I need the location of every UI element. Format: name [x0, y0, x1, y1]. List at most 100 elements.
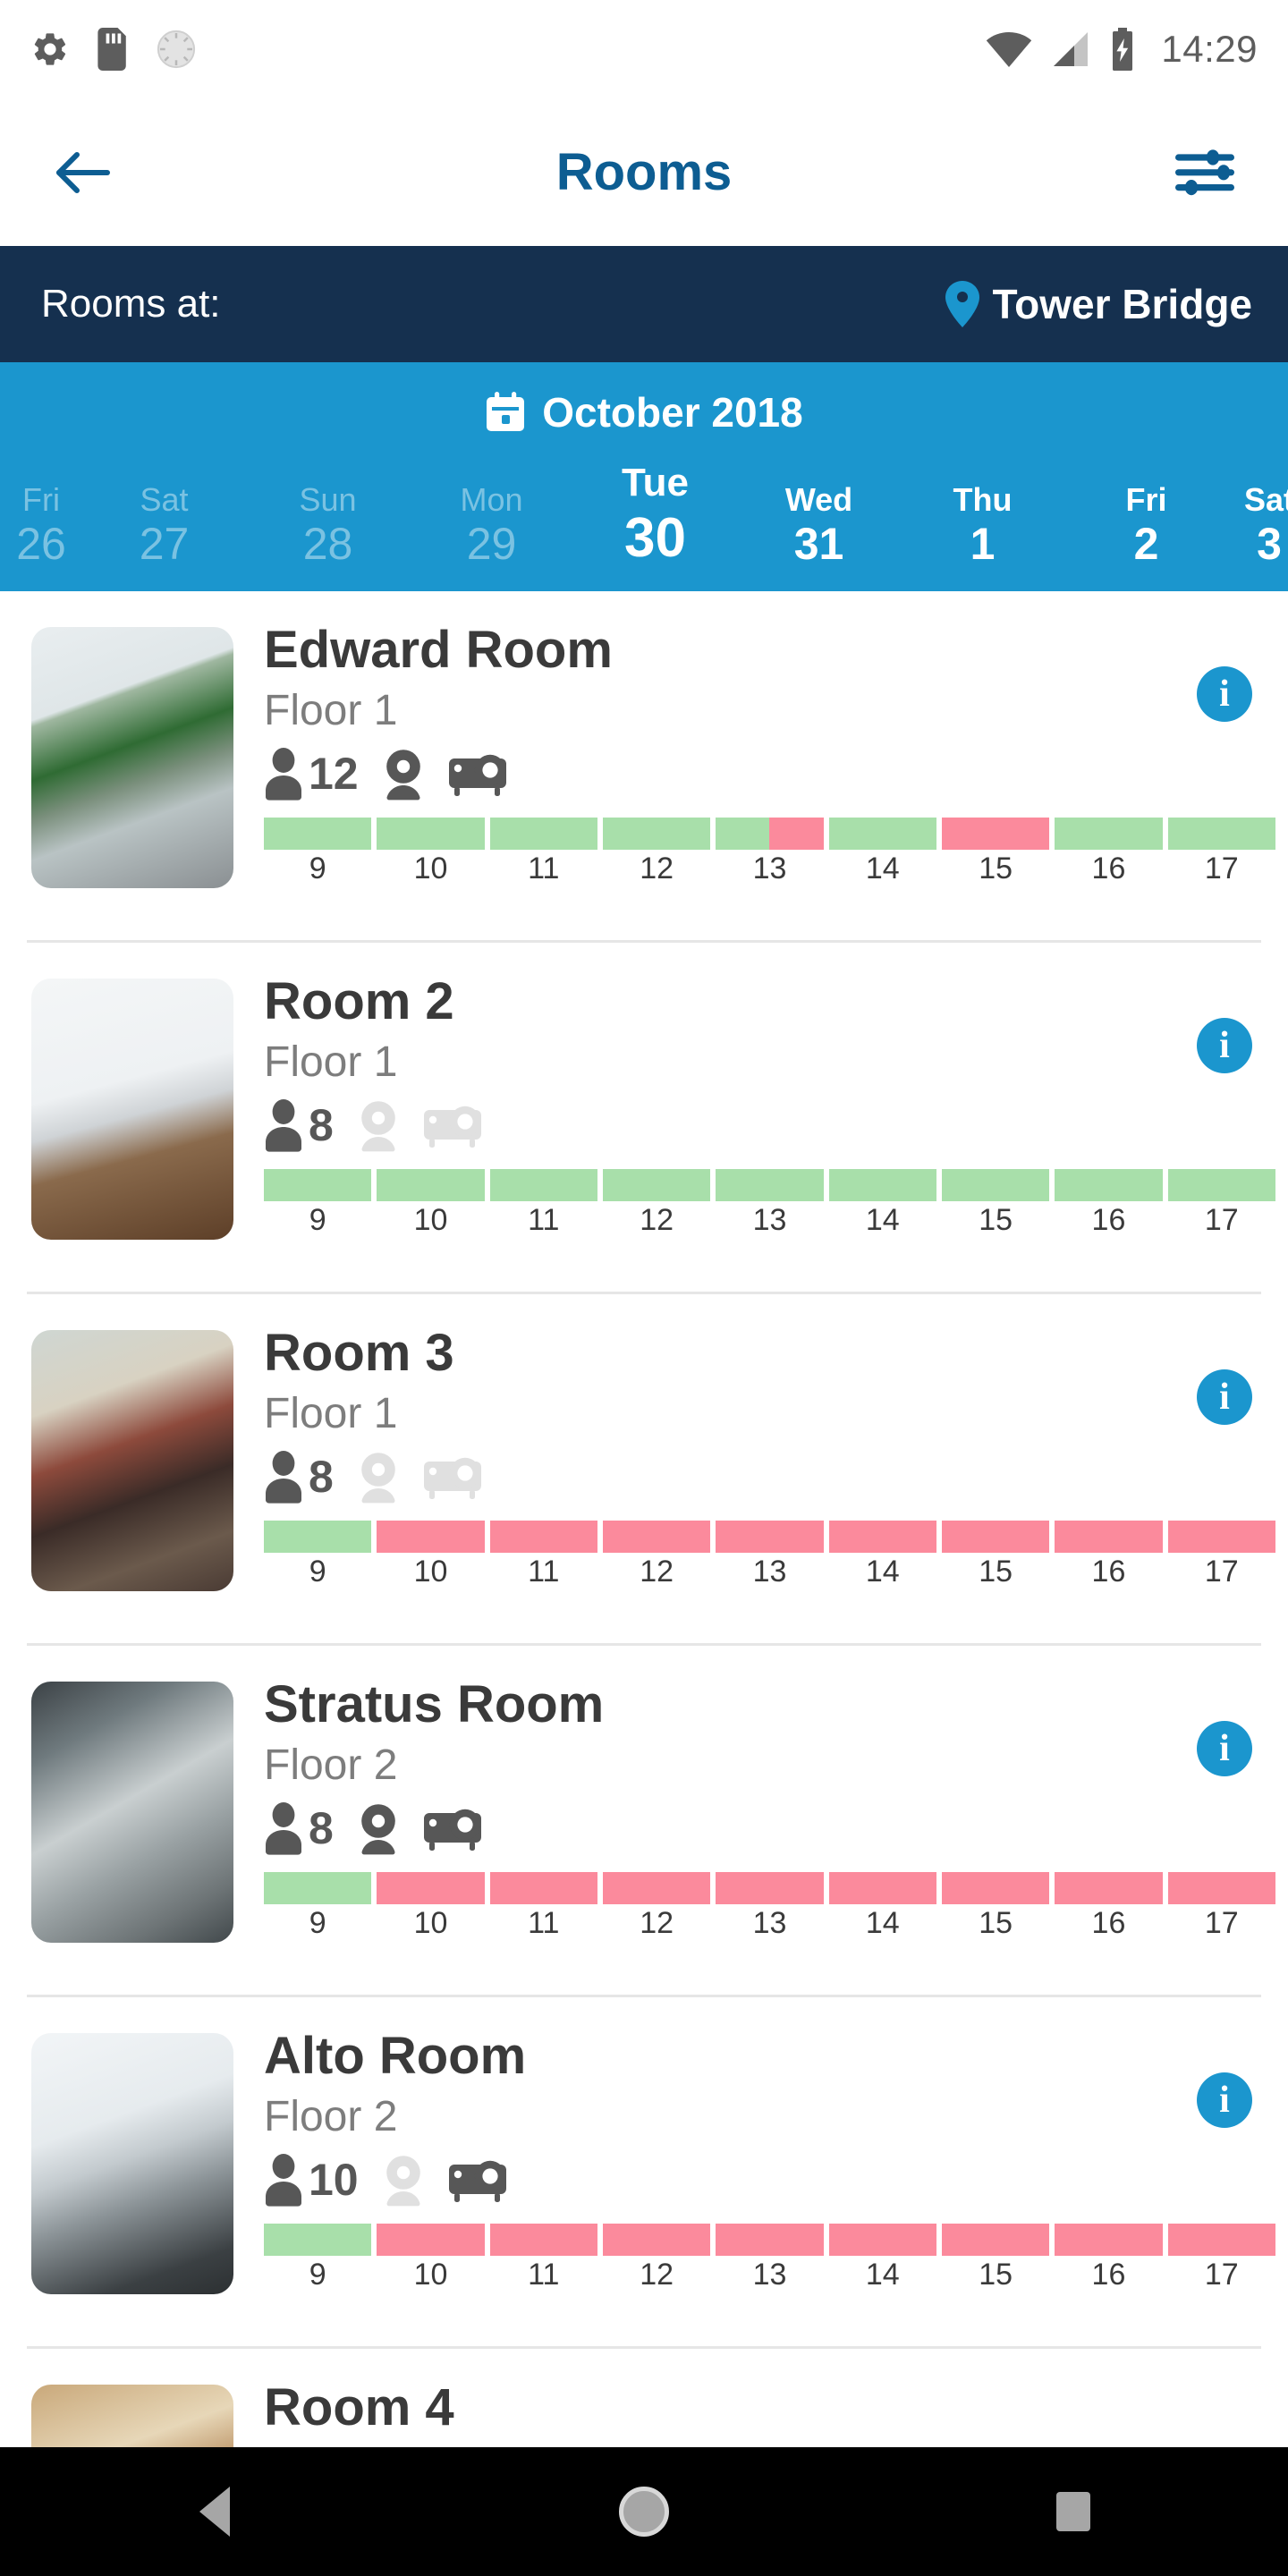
room-card[interactable]: Room 3 Floor 1 8 i 9 10 11 12 13 14 15 16 17	[0, 1294, 1288, 1643]
availability-slot-13[interactable]	[716, 1169, 824, 1202]
availability-slot-17[interactable]	[1167, 818, 1275, 851]
availability-slot-13[interactable]	[716, 818, 824, 851]
availability-slot-9[interactable]	[264, 818, 372, 851]
slot-half-free	[1221, 818, 1275, 851]
day-cell-2[interactable]: Fri 2	[1064, 481, 1228, 584]
availability-slot-16[interactable]	[1055, 1169, 1163, 1202]
day-cell-26[interactable]: Fri 26	[0, 481, 82, 584]
room-card[interactable]: Edward Room Floor 1 12 i 9 10 11 12 13 14 15 16 17	[0, 591, 1288, 940]
hour-label: 9	[309, 2258, 326, 2292]
availability-slot-17[interactable]	[1167, 2224, 1275, 2257]
hour-label: 16	[1091, 1555, 1126, 1589]
slot-half-busy	[1108, 1521, 1163, 1554]
availability-slot-11[interactable]	[489, 1169, 597, 1202]
hour-label: 13	[752, 1203, 787, 1238]
location-value-group[interactable]: Tower Bridge	[945, 280, 1252, 328]
room-info-button[interactable]: i	[1197, 2072, 1252, 2128]
slot-half-free	[602, 818, 657, 851]
location-bar[interactable]: Rooms at: Tower Bridge	[0, 246, 1288, 362]
day-cell-31[interactable]: Wed 31	[737, 481, 901, 584]
availability-slot-12[interactable]	[602, 2224, 711, 2257]
room-card[interactable]: Room 2 Floor 1 8 i 9 10 11 12 13 14 15 16 17	[0, 943, 1288, 1292]
room-info-button[interactable]: i	[1197, 1369, 1252, 1425]
availability-slot-12[interactable]	[602, 1169, 711, 1202]
availability-slot-17[interactable]	[1167, 1872, 1275, 1905]
availability-slot-10[interactable]	[377, 2224, 485, 2257]
room-info-button[interactable]: i	[1197, 1721, 1252, 1776]
day-number: 30	[624, 506, 686, 569]
hour-label: 9	[309, 1555, 326, 1589]
slot-half-free	[318, 1872, 372, 1905]
availability-slot-17[interactable]	[1167, 1521, 1275, 1554]
availability-slot-16[interactable]	[1055, 1521, 1163, 1554]
day-cell-27[interactable]: Sat 27	[82, 481, 246, 584]
availability-slot-15[interactable]	[941, 2224, 1050, 2257]
availability-slot-11[interactable]	[489, 818, 597, 851]
availability-slots	[264, 1872, 1275, 1905]
availability-slot-11[interactable]	[489, 2224, 597, 2257]
room-info-button[interactable]: i	[1197, 666, 1252, 722]
day-cell-1[interactable]: Thu 1	[901, 481, 1064, 584]
availability-timeline[interactable]: 9 10 11 12 13 14 15 16 17	[264, 1169, 1288, 1238]
nav-back-button[interactable]	[0, 2447, 429, 2576]
availability-timeline[interactable]: 9 10 11 12 13 14 15 16 17	[264, 1872, 1288, 1941]
availability-slot-9[interactable]	[264, 1521, 372, 1554]
availability-slot-14[interactable]	[828, 1521, 936, 1554]
availability-slot-10[interactable]	[377, 1521, 485, 1554]
back-button[interactable]	[43, 132, 123, 213]
room-card[interactable]: Stratus Room Floor 2 8 i 9 10 11 12 13 14 15 16 17	[0, 1646, 1288, 1995]
filter-button[interactable]	[1165, 132, 1245, 213]
day-selector[interactable]: Fri 26 Sat 27 Sun 28 Mon 29 Tue 30 Wed 31 Thu 1 Fri 2 Sa…	[0, 450, 1288, 584]
availability-slot-11[interactable]	[489, 1872, 597, 1905]
availability-slot-14[interactable]	[828, 2224, 936, 2257]
day-cell-28[interactable]: Sun 28	[246, 481, 410, 584]
hour-label: 12	[640, 1555, 674, 1589]
hour-label: 11	[528, 1555, 560, 1589]
availability-timeline[interactable]: 9 10 11 12 13 14 15 16 17	[264, 818, 1288, 886]
availability-slot-13[interactable]	[716, 1872, 824, 1905]
day-cell-3[interactable]: Sat3	[1228, 481, 1288, 584]
availability-slot-12[interactable]	[602, 818, 711, 851]
room-card[interactable]: Alto Room Floor 2 10 i 9 10 11 12 13 14 15 16 17	[0, 1997, 1288, 2346]
availability-slot-16[interactable]	[1055, 2224, 1163, 2257]
availability-slot-9[interactable]	[264, 1872, 372, 1905]
availability-slot-9[interactable]	[264, 2224, 372, 2257]
day-number: 2	[1133, 518, 1159, 569]
day-cell-30[interactable]: Tue 30	[573, 461, 737, 584]
availability-slot-12[interactable]	[602, 1521, 711, 1554]
availability-slot-16[interactable]	[1055, 1872, 1163, 1905]
capacity-count: 8	[309, 1100, 334, 1151]
slot-half-free	[377, 818, 431, 851]
nav-recents-button[interactable]	[859, 2447, 1288, 2576]
availability-slot-11[interactable]	[489, 1521, 597, 1554]
room-name: Edward Room	[264, 621, 613, 679]
availability-slot-16[interactable]	[1055, 818, 1163, 851]
hour-label: 15	[979, 2258, 1013, 2292]
slot-half-busy	[377, 2224, 431, 2257]
availability-slot-15[interactable]	[941, 1521, 1050, 1554]
availability-slot-14[interactable]	[828, 818, 936, 851]
availability-slot-13[interactable]	[716, 1521, 824, 1554]
availability-slot-10[interactable]	[377, 1169, 485, 1202]
availability-slot-13[interactable]	[716, 2224, 824, 2257]
availability-timeline[interactable]: 9 10 11 12 13 14 15 16 17	[264, 1521, 1288, 1589]
slot-half-busy	[1055, 1521, 1109, 1554]
availability-slot-12[interactable]	[602, 1872, 711, 1905]
availability-slot-15[interactable]	[941, 1872, 1050, 1905]
availability-slot-14[interactable]	[828, 1169, 936, 1202]
availability-slot-15[interactable]	[941, 1169, 1050, 1202]
room-info-button[interactable]: i	[1197, 1018, 1252, 1073]
availability-slot-10[interactable]	[377, 1872, 485, 1905]
availability-slot-9[interactable]	[264, 1169, 372, 1202]
availability-slot-14[interactable]	[828, 1872, 936, 1905]
nav-home-button[interactable]	[429, 2447, 859, 2576]
availability-timeline[interactable]: 9 10 11 12 13 14 15 16 17	[264, 2224, 1288, 2292]
day-cell-29[interactable]: Mon 29	[410, 481, 573, 584]
availability-slot-10[interactable]	[377, 818, 485, 851]
month-selector[interactable]: October 2018	[0, 375, 1288, 450]
hour-label: 16	[1091, 1906, 1126, 1941]
webcam-icon	[361, 1804, 395, 1855]
availability-slot-17[interactable]	[1167, 1169, 1275, 1202]
availability-slot-15[interactable]	[941, 818, 1050, 851]
hour-label: 10	[413, 852, 448, 886]
